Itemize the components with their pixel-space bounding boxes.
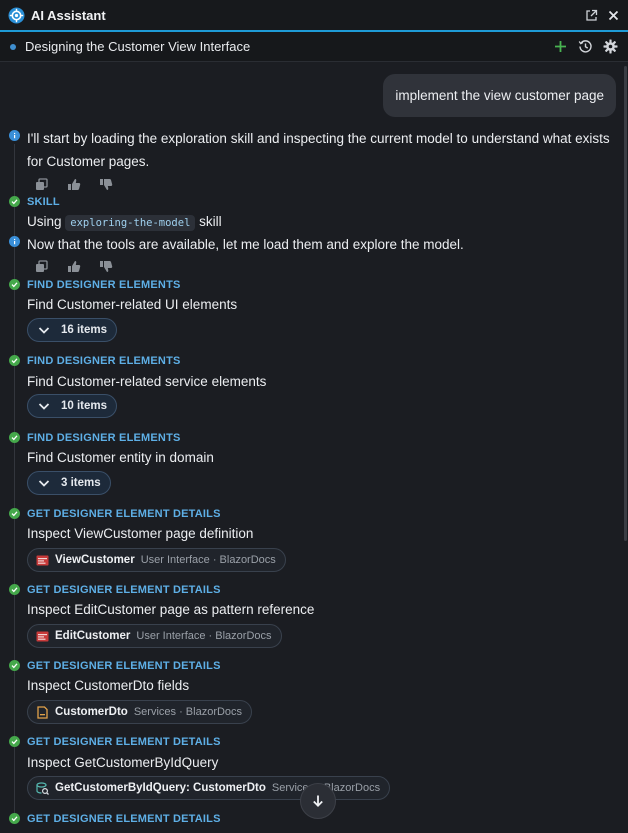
- timeline-connector: [14, 671, 15, 737]
- element-reference-chip[interactable]: EditCustomer User Interface · BlazorDocs: [27, 624, 282, 648]
- conversation-status-dot: [10, 43, 16, 50]
- element-reference-chip[interactable]: CustomerDto Services · BlazorDocs: [27, 700, 253, 724]
- results-count: 10 items: [61, 400, 108, 412]
- step-description: Inspect EditCustomer page as pattern ref…: [27, 602, 315, 617]
- timeline-connector: [14, 595, 15, 661]
- assistant-message: I'll start by loading the exploration sk…: [27, 131, 610, 169]
- settings-gear-icon[interactable]: [603, 39, 618, 54]
- pop-out-icon[interactable]: [584, 8, 598, 22]
- timeline-connector: [14, 443, 15, 509]
- timeline-connector: [14, 207, 15, 236]
- element-name: GetCustomerByIdQuery: CustomerDto: [55, 782, 266, 794]
- timeline-connector: [14, 366, 15, 433]
- check-icon: [9, 584, 20, 595]
- step-kind-label: FIND DESIGNER ELEMENTS: [27, 432, 181, 444]
- copy-icon[interactable]: [34, 177, 49, 191]
- thumbs-up-icon[interactable]: [66, 259, 81, 273]
- thumbs-up-icon[interactable]: [66, 177, 81, 191]
- skill-prefix: Using: [27, 214, 62, 229]
- query-icon: [36, 781, 49, 795]
- title-bar: AI Assistant: [0, 0, 628, 32]
- step-description: Inspect ViewCustomer page definition: [27, 526, 254, 541]
- element-name: ViewCustomer: [55, 554, 135, 566]
- timeline-connector: [14, 290, 15, 356]
- element-name: CustomerDto: [55, 706, 128, 718]
- scrollbar-thumb[interactable]: [624, 66, 627, 541]
- step-description: Find Customer entity in domain: [27, 450, 214, 465]
- chevron-down-icon: [37, 323, 51, 337]
- element-name: EditCustomer: [55, 630, 131, 642]
- results-count: 16 items: [61, 324, 108, 336]
- conversation-title: Designing the Customer View Interface: [25, 39, 251, 54]
- chevron-down-icon: [37, 476, 51, 490]
- assistant-message: Now that the tools are available, let me…: [27, 237, 464, 252]
- element-location: Services · BlazorDocs: [133, 706, 243, 718]
- check-icon: [9, 508, 20, 519]
- scroll-to-bottom-button[interactable]: [300, 783, 336, 819]
- page-icon: [36, 630, 49, 643]
- check-icon: [9, 736, 20, 747]
- check-icon: [9, 355, 20, 366]
- step-kind-label: GET DESIGNER ELEMENT DETAILS: [27, 508, 221, 520]
- check-icon: [9, 660, 20, 671]
- thumbs-down-icon[interactable]: [98, 259, 113, 273]
- results-expander[interactable]: 16 items: [27, 318, 118, 342]
- conversation-header: Designing the Customer View Interface: [0, 32, 628, 62]
- timeline-connector: [14, 144, 15, 198]
- info-icon: [9, 130, 20, 141]
- step-kind-label: GET DESIGNER ELEMENT DETAILS: [27, 736, 221, 748]
- step-kind-label: GET DESIGNER ELEMENT DETAILS: [27, 813, 221, 825]
- element-reference-chip[interactable]: ViewCustomer User Interface · BlazorDocs: [27, 548, 286, 572]
- thumbs-down-icon[interactable]: [98, 177, 113, 191]
- check-icon: [9, 196, 20, 207]
- chevron-down-icon: [37, 399, 51, 413]
- skill-usage-text: Using exploring-the-model skill: [27, 210, 222, 235]
- step-kind-label: GET DESIGNER ELEMENT DETAILS: [27, 584, 221, 596]
- results-expander[interactable]: 10 items: [27, 394, 118, 418]
- copy-icon[interactable]: [34, 259, 49, 273]
- results-count: 3 items: [61, 477, 101, 489]
- app-title: AI Assistant: [31, 7, 106, 23]
- check-icon: [9, 813, 20, 824]
- ai-assistant-logo-icon: [8, 7, 25, 24]
- step-description: Inspect GetCustomerByIdQuery: [27, 755, 219, 770]
- arrow-down-icon: [311, 794, 325, 808]
- dto-icon: [36, 705, 49, 719]
- step-description: Find Customer-related service elements: [27, 374, 267, 389]
- close-icon[interactable]: [606, 8, 620, 22]
- skill-name-code: exploring-the-model: [65, 215, 196, 231]
- info-icon: [9, 236, 20, 247]
- step-kind-label: FIND DESIGNER ELEMENTS: [27, 279, 181, 291]
- step-kind-label: GET DESIGNER ELEMENT DETAILS: [27, 660, 221, 672]
- skill-suffix: skill: [199, 214, 222, 229]
- step-kind-label: SKILL: [27, 196, 60, 208]
- timeline-connector: [14, 747, 15, 813]
- step-kind-label: FIND DESIGNER ELEMENTS: [27, 355, 181, 367]
- check-icon: [9, 279, 20, 290]
- step-description: Find Customer-related UI elements: [27, 297, 238, 312]
- element-location: User Interface · BlazorDocs: [136, 630, 272, 642]
- history-icon[interactable]: [578, 39, 593, 54]
- results-expander[interactable]: 3 items: [27, 471, 111, 495]
- step-description: Inspect CustomerDto fields: [27, 678, 190, 693]
- check-icon: [9, 432, 20, 443]
- new-chat-icon[interactable]: [553, 39, 568, 54]
- timeline-connector: [14, 519, 15, 585]
- timeline-connector: [14, 247, 15, 280]
- user-message-bubble: implement the view customer page: [383, 74, 616, 117]
- element-location: User Interface · BlazorDocs: [140, 554, 276, 566]
- page-icon: [36, 554, 49, 567]
